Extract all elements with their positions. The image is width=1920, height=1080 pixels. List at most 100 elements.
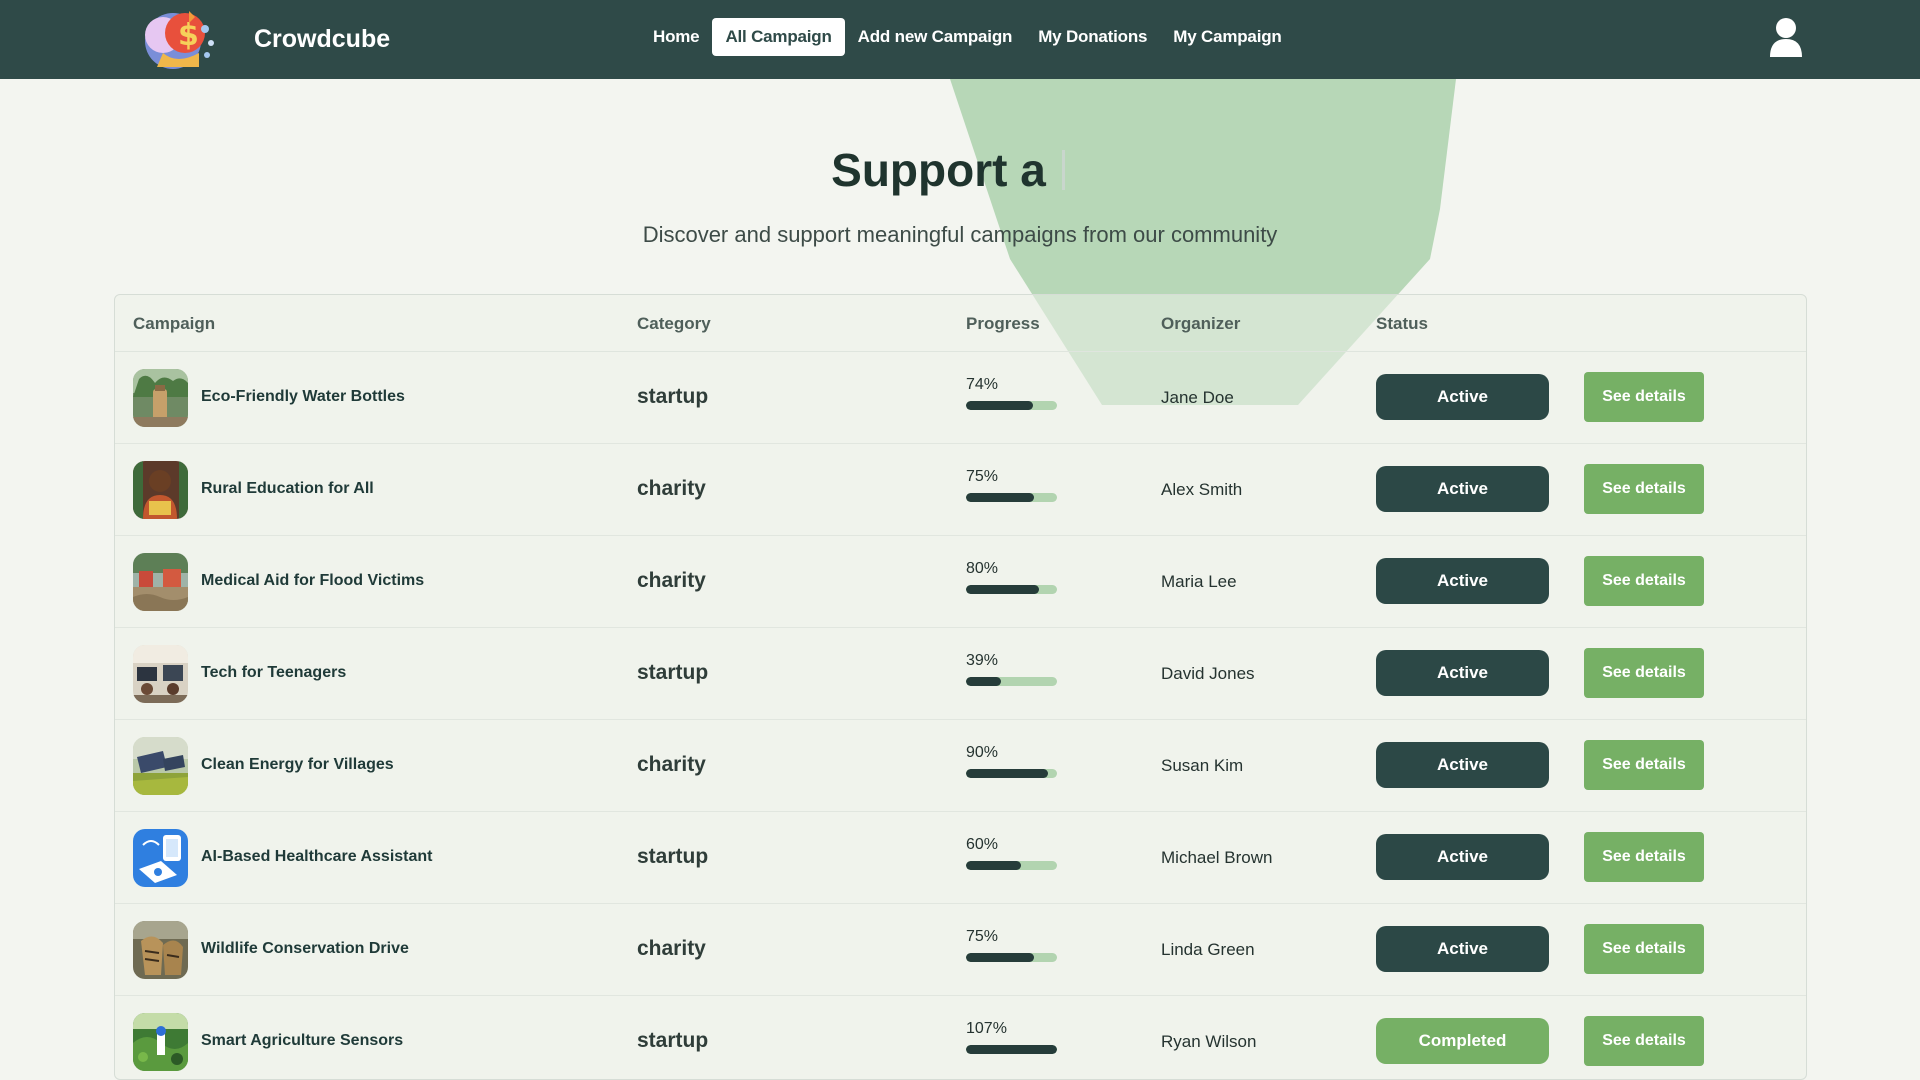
- campaign-table: Campaign Category Progress Organizer Sta…: [114, 294, 1807, 1080]
- status-badge: Active: [1376, 742, 1549, 788]
- header-campaign: Campaign: [133, 314, 216, 333]
- campaign-name: Rural Education for All: [201, 480, 374, 497]
- campaign-organizer: Alex Smith: [1161, 480, 1243, 499]
- status-badge: Active: [1376, 558, 1549, 604]
- campaign-category: charity: [637, 569, 706, 592]
- campaign-thumbnail: [133, 921, 188, 979]
- progress-bar-fill: [966, 1045, 1057, 1054]
- see-details-button[interactable]: See details: [1584, 924, 1704, 974]
- campaign-name: Medical Aid for Flood Victims: [201, 572, 425, 589]
- page-title-text: Support a: [831, 144, 1046, 196]
- table-row: Tech for Teenagers startup 39% David Jon…: [115, 628, 1806, 720]
- progress-percent: 75%: [966, 928, 999, 945]
- table-row: Medical Aid for Flood Victims charity 80…: [115, 536, 1806, 628]
- progress-bar-fill: [966, 861, 1021, 870]
- table-row: Rural Education for All charity 75% Alex…: [115, 444, 1806, 536]
- status-badge: Active: [1376, 374, 1549, 420]
- table-row: Smart Agriculture Sensors startup 107% R…: [115, 996, 1806, 1079]
- header-status: Status: [1376, 314, 1428, 333]
- progress-bar: [966, 401, 1057, 410]
- see-details-button[interactable]: See details: [1584, 832, 1704, 882]
- campaign-thumbnail: [133, 737, 188, 795]
- table-row: AI-Based Healthcare Assistant startup 60…: [115, 812, 1806, 904]
- campaign-thumbnail: [133, 1013, 188, 1071]
- table-header: Campaign Category Progress Organizer Sta…: [115, 295, 1806, 352]
- progress-percent: 80%: [966, 560, 999, 577]
- campaign-name: Eco-Friendly Water Bottles: [201, 388, 405, 405]
- campaign-organizer: Maria Lee: [1161, 572, 1237, 591]
- nav-link-my-donations[interactable]: My Donations: [1025, 18, 1160, 56]
- nav-link-add-new-campaign[interactable]: Add new Campaign: [845, 18, 1026, 56]
- nav-link-all-campaign[interactable]: All Campaign: [712, 18, 845, 56]
- see-details-button[interactable]: See details: [1584, 648, 1704, 698]
- progress-bar-fill: [966, 769, 1048, 778]
- campaign-category: startup: [637, 661, 709, 684]
- campaign-category: startup: [637, 1029, 709, 1052]
- nav-links: Home All Campaign Add new Campaign My Do…: [640, 18, 1295, 56]
- status-badge: Completed: [1376, 1018, 1549, 1064]
- progress-percent: 74%: [966, 376, 999, 393]
- campaign-thumbnail: [133, 645, 188, 703]
- table-row: Eco-Friendly Water Bottles startup 74% J…: [115, 352, 1806, 444]
- campaign-thumbnail: [133, 553, 188, 611]
- user-icon[interactable]: [1768, 17, 1804, 59]
- nav-link-my-campaign[interactable]: My Campaign: [1160, 18, 1294, 56]
- campaign-organizer: David Jones: [1161, 664, 1255, 683]
- progress-bar-fill: [966, 677, 1002, 686]
- progress-percent: 107%: [966, 1020, 1007, 1037]
- progress-bar-fill: [966, 585, 1039, 594]
- svg-text:$: $: [178, 18, 199, 53]
- progress-bar: [966, 1045, 1057, 1054]
- page-title: Support a: [0, 143, 1896, 197]
- progress-percent: 90%: [966, 744, 999, 761]
- campaign-name: Tech for Teenagers: [201, 664, 347, 681]
- brand[interactable]: $ Crowdcube: [133, 5, 390, 73]
- campaign-category: charity: [637, 937, 706, 960]
- see-details-button[interactable]: See details: [1584, 740, 1704, 790]
- campaign-organizer: Michael Brown: [1161, 848, 1273, 867]
- see-details-button[interactable]: See details: [1584, 556, 1704, 606]
- progress-bar-fill: [966, 953, 1035, 962]
- progress-bar: [966, 493, 1057, 502]
- brand-name: Crowdcube: [254, 24, 391, 53]
- campaign-category: charity: [637, 753, 706, 776]
- status-badge: Active: [1376, 834, 1549, 880]
- typing-cursor: [1061, 150, 1065, 190]
- page-subtitle: Discover and support meaningful campaign…: [642, 222, 1278, 247]
- campaign-name: Wildlife Conservation Drive: [201, 940, 409, 957]
- campaign-organizer: Ryan Wilson: [1161, 1032, 1257, 1051]
- progress-percent: 39%: [966, 652, 999, 669]
- campaign-organizer: Susan Kim: [1161, 756, 1244, 775]
- campaign-name: Clean Energy for Villages: [201, 756, 394, 773]
- status-badge: Active: [1376, 650, 1549, 696]
- campaign-organizer: Linda Green: [1161, 940, 1255, 959]
- see-details-button[interactable]: See details: [1584, 372, 1704, 422]
- progress-bar: [966, 585, 1057, 594]
- campaign-thumbnail: [133, 461, 188, 519]
- campaign-category: startup: [637, 385, 709, 408]
- progress-bar: [966, 769, 1057, 778]
- progress-percent: 75%: [966, 468, 999, 485]
- campaign-organizer: Jane Doe: [1161, 388, 1234, 407]
- campaign-name: AI-Based Healthcare Assistant: [201, 848, 433, 865]
- see-details-button[interactable]: See details: [1584, 1016, 1704, 1066]
- header-organizer: Organizer: [1161, 314, 1241, 333]
- nav-link-home[interactable]: Home: [640, 18, 712, 56]
- see-details-button[interactable]: See details: [1584, 464, 1704, 514]
- header-category: Category: [637, 314, 711, 333]
- progress-bar: [966, 861, 1057, 870]
- brand-logo-icon: $: [133, 5, 221, 73]
- progress-percent: 60%: [966, 836, 999, 853]
- campaign-name: Smart Agriculture Sensors: [201, 1032, 404, 1049]
- status-badge: Active: [1376, 926, 1549, 972]
- header-progress: Progress: [966, 314, 1040, 333]
- progress-bar: [966, 677, 1057, 686]
- campaign-category: startup: [637, 845, 709, 868]
- campaign-thumbnail: [133, 829, 188, 887]
- navbar: $ Crowdcube Home All Campaign Add new Ca…: [0, 0, 1920, 79]
- progress-bar: [966, 953, 1057, 962]
- table-row: Wildlife Conservation Drive charity 75% …: [115, 904, 1806, 996]
- table-row: Clean Energy for Villages charity 90% Su…: [115, 720, 1806, 812]
- campaign-category: charity: [637, 477, 706, 500]
- status-badge: Active: [1376, 466, 1549, 512]
